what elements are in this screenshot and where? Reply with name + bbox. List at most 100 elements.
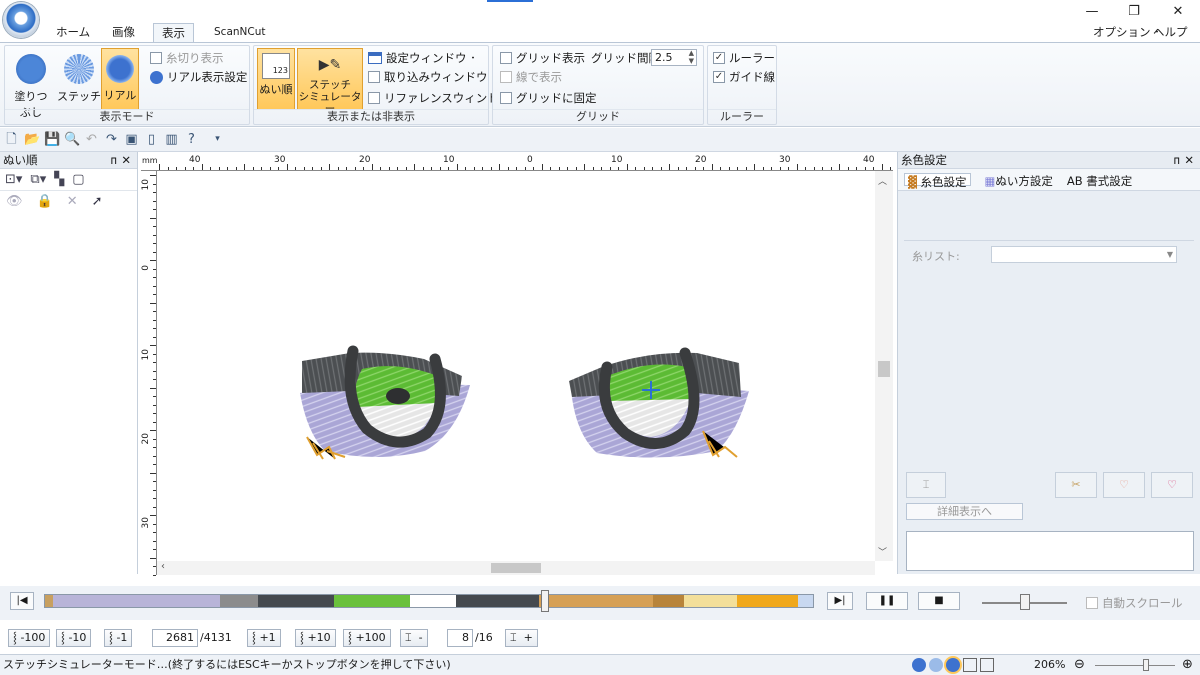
real-settings-button[interactable]: リアル表示設定 — [150, 68, 247, 86]
pointer-icon[interactable]: ➚ — [92, 194, 103, 210]
snap-grid-option[interactable]: グリッドに固定 — [500, 89, 597, 107]
auto-scroll-option[interactable]: 自動スクロール — [1086, 594, 1183, 612]
reference-window-option[interactable]: リファレンスウィンドウ — [368, 89, 510, 107]
close-button[interactable]: ✕ — [1156, 0, 1200, 22]
snap-grid-checkbox[interactable] — [500, 92, 512, 104]
stitch-mode-button[interactable]: ステッチ — [57, 48, 101, 110]
undo-icon[interactable]: ↶ — [84, 132, 99, 147]
redo-icon[interactable]: ↷ — [104, 132, 119, 147]
vertical-scroll-thumb[interactable] — [878, 361, 890, 377]
minimize-button[interactable]: — — [1070, 0, 1114, 22]
tab-view[interactable]: 表示 — [153, 23, 194, 43]
real-view-icon[interactable] — [946, 658, 960, 672]
thread-list-dropdown[interactable]: ▼ — [991, 246, 1177, 263]
chevron-down-icon[interactable]: ▼ — [1167, 250, 1173, 259]
fill-view-icon[interactable] — [912, 658, 926, 672]
step-minus-100-button[interactable]: ⸾ -100 — [8, 629, 51, 647]
skip-end-button[interactable]: ▶| — [827, 592, 853, 610]
spin-icon[interactable]: ▲ ▼ — [689, 49, 694, 65]
horizontal-scroll-thumb[interactable] — [491, 563, 541, 573]
delete-icon[interactable]: ✕ — [67, 194, 78, 210]
ruler-checkbox[interactable]: ✓ — [713, 52, 725, 64]
stitch-view-icon[interactable] — [929, 658, 943, 672]
auto-scroll-checkbox[interactable] — [1086, 597, 1098, 609]
guide-option[interactable]: ✓ ガイド線 — [713, 68, 775, 86]
skip-start-button[interactable]: |◀ — [10, 592, 34, 610]
settings-window-button[interactable]: 設定ウィンドウ ･ — [368, 49, 476, 67]
pin-icon[interactable]: ᴨ — [111, 152, 118, 169]
vertical-scrollbar[interactable]: ︿ ﹀ — [875, 171, 893, 561]
real-mode-button[interactable]: リアル — [101, 48, 139, 110]
tab-font-settings[interactable]: AB 書式設定 — [1067, 173, 1132, 188]
tab-thread-color[interactable]: ▓ 糸色設定 — [904, 173, 971, 189]
lock-icon[interactable]: 🔒 — [37, 194, 53, 210]
save-icon[interactable]: 💾 — [44, 132, 60, 147]
cut-thread-button[interactable]: ✂ — [1055, 472, 1097, 498]
stop-button[interactable]: ■ — [918, 592, 960, 610]
thread-sequence-bar[interactable] — [44, 594, 814, 608]
show-lines-checkbox[interactable] — [500, 71, 512, 83]
guide-checkbox[interactable]: ✓ — [713, 71, 725, 83]
fit-window-icon[interactable]: ▣ — [124, 132, 139, 147]
step-plus-100-button[interactable]: ⸾ +100 — [343, 629, 391, 647]
layout-icon[interactable]: ▥ — [164, 132, 179, 147]
pane-close-icon[interactable]: ✕ — [121, 152, 131, 169]
horizontal-scrollbar[interactable]: ‹ — [157, 561, 875, 575]
ruler-option[interactable]: ✓ ルーラー — [713, 49, 775, 67]
new-file-icon[interactable]: 🗋 — [4, 132, 19, 147]
maximize-button[interactable]: ❐ — [1112, 0, 1156, 22]
tab-sew-settings[interactable]: ▦ぬい方設定 — [985, 173, 1053, 188]
pin-icon[interactable]: ᴨ — [1174, 152, 1181, 169]
show-grid-option[interactable]: グリッド表示 — [500, 49, 585, 67]
tab-home[interactable]: ホーム — [48, 23, 98, 43]
sew-order-button[interactable]: 123 ぬい順 — [257, 48, 295, 110]
pane-close-icon[interactable]: ✕ — [1184, 152, 1194, 169]
zoom-slider-thumb[interactable] — [1143, 659, 1149, 671]
help-icon[interactable]: ? — [184, 132, 199, 147]
speed-slider-thumb[interactable] — [1020, 594, 1030, 610]
help-menu[interactable]: ヘルプ ･ — [1145, 23, 1200, 58]
import-window-option[interactable]: 取り込みウィンドウ — [368, 68, 488, 86]
app-logo-icon[interactable] — [3, 2, 39, 38]
grid-interval-input[interactable]: 2.5 ▲ ▼ — [651, 49, 697, 66]
show-grid-checkbox[interactable] — [500, 52, 512, 64]
tab-scanncut[interactable]: ScanNCut — [206, 23, 274, 43]
color-prev-button[interactable]: ⌶ - — [400, 629, 428, 647]
tab-image[interactable]: 画像 — [104, 23, 143, 43]
page-view-icon[interactable] — [980, 658, 994, 672]
sequence-thumb[interactable] — [540, 590, 549, 612]
zoom-icon[interactable]: 🔍 — [64, 132, 80, 147]
design-canvas[interactable] — [157, 171, 875, 561]
reference-window-checkbox[interactable] — [368, 92, 380, 104]
thread-color-button[interactable]: ⌶ — [906, 472, 946, 498]
stitch-simulator-button[interactable]: ▶✎ ステッチ シミュレーター — [297, 48, 363, 115]
scroll-up-icon[interactable]: ︿ — [878, 174, 887, 187]
step-minus-1-button[interactable]: ⸾ -1 — [104, 629, 133, 647]
scroll-down-icon[interactable]: ﹀ — [878, 545, 887, 558]
pause-button[interactable]: ❚❚ — [866, 592, 908, 610]
open-file-icon[interactable]: 📂 — [24, 132, 40, 147]
zoom-out-icon[interactable]: ⊖ — [1074, 655, 1085, 675]
step-minus-10-button[interactable]: ⸾ -10 — [56, 629, 92, 647]
step-plus-1-button[interactable]: ⸾ +1 — [247, 629, 281, 647]
color-sort-icon[interactable]: ▚ — [54, 172, 64, 187]
heart-pink-button[interactable]: ♡ — [1151, 472, 1193, 498]
zoom-slider-track[interactable] — [1095, 665, 1175, 666]
customize-qat-icon[interactable]: ▾ — [210, 132, 225, 147]
sort-icon[interactable]: ⧉▾ — [30, 172, 46, 187]
show-lines-option[interactable]: 線で表示 — [500, 68, 562, 86]
fill-mode-button[interactable]: 塗りつぶし — [9, 48, 53, 119]
grid-view-icon[interactable] — [963, 658, 977, 672]
stitch-number-input[interactable]: 2681 — [152, 629, 198, 647]
thread-cut-option[interactable]: 糸切り表示 — [150, 49, 224, 67]
zoom-in-icon[interactable]: ⊕ — [1182, 655, 1193, 675]
page-icon[interactable]: ▯ — [144, 132, 159, 147]
color-next-button[interactable]: ⌶ + — [505, 629, 538, 647]
color-number-input[interactable]: 8 — [447, 629, 473, 647]
detail-view-button[interactable]: 詳細表示へ — [906, 503, 1023, 520]
scroll-left-icon[interactable]: ‹ — [161, 561, 165, 572]
step-plus-10-button[interactable]: ⸾ +10 — [295, 629, 336, 647]
frame-icon[interactable]: ⊡▾ — [5, 172, 22, 187]
heart-button[interactable]: ♡ — [1103, 472, 1145, 498]
square-icon[interactable]: ▢ — [72, 172, 84, 187]
